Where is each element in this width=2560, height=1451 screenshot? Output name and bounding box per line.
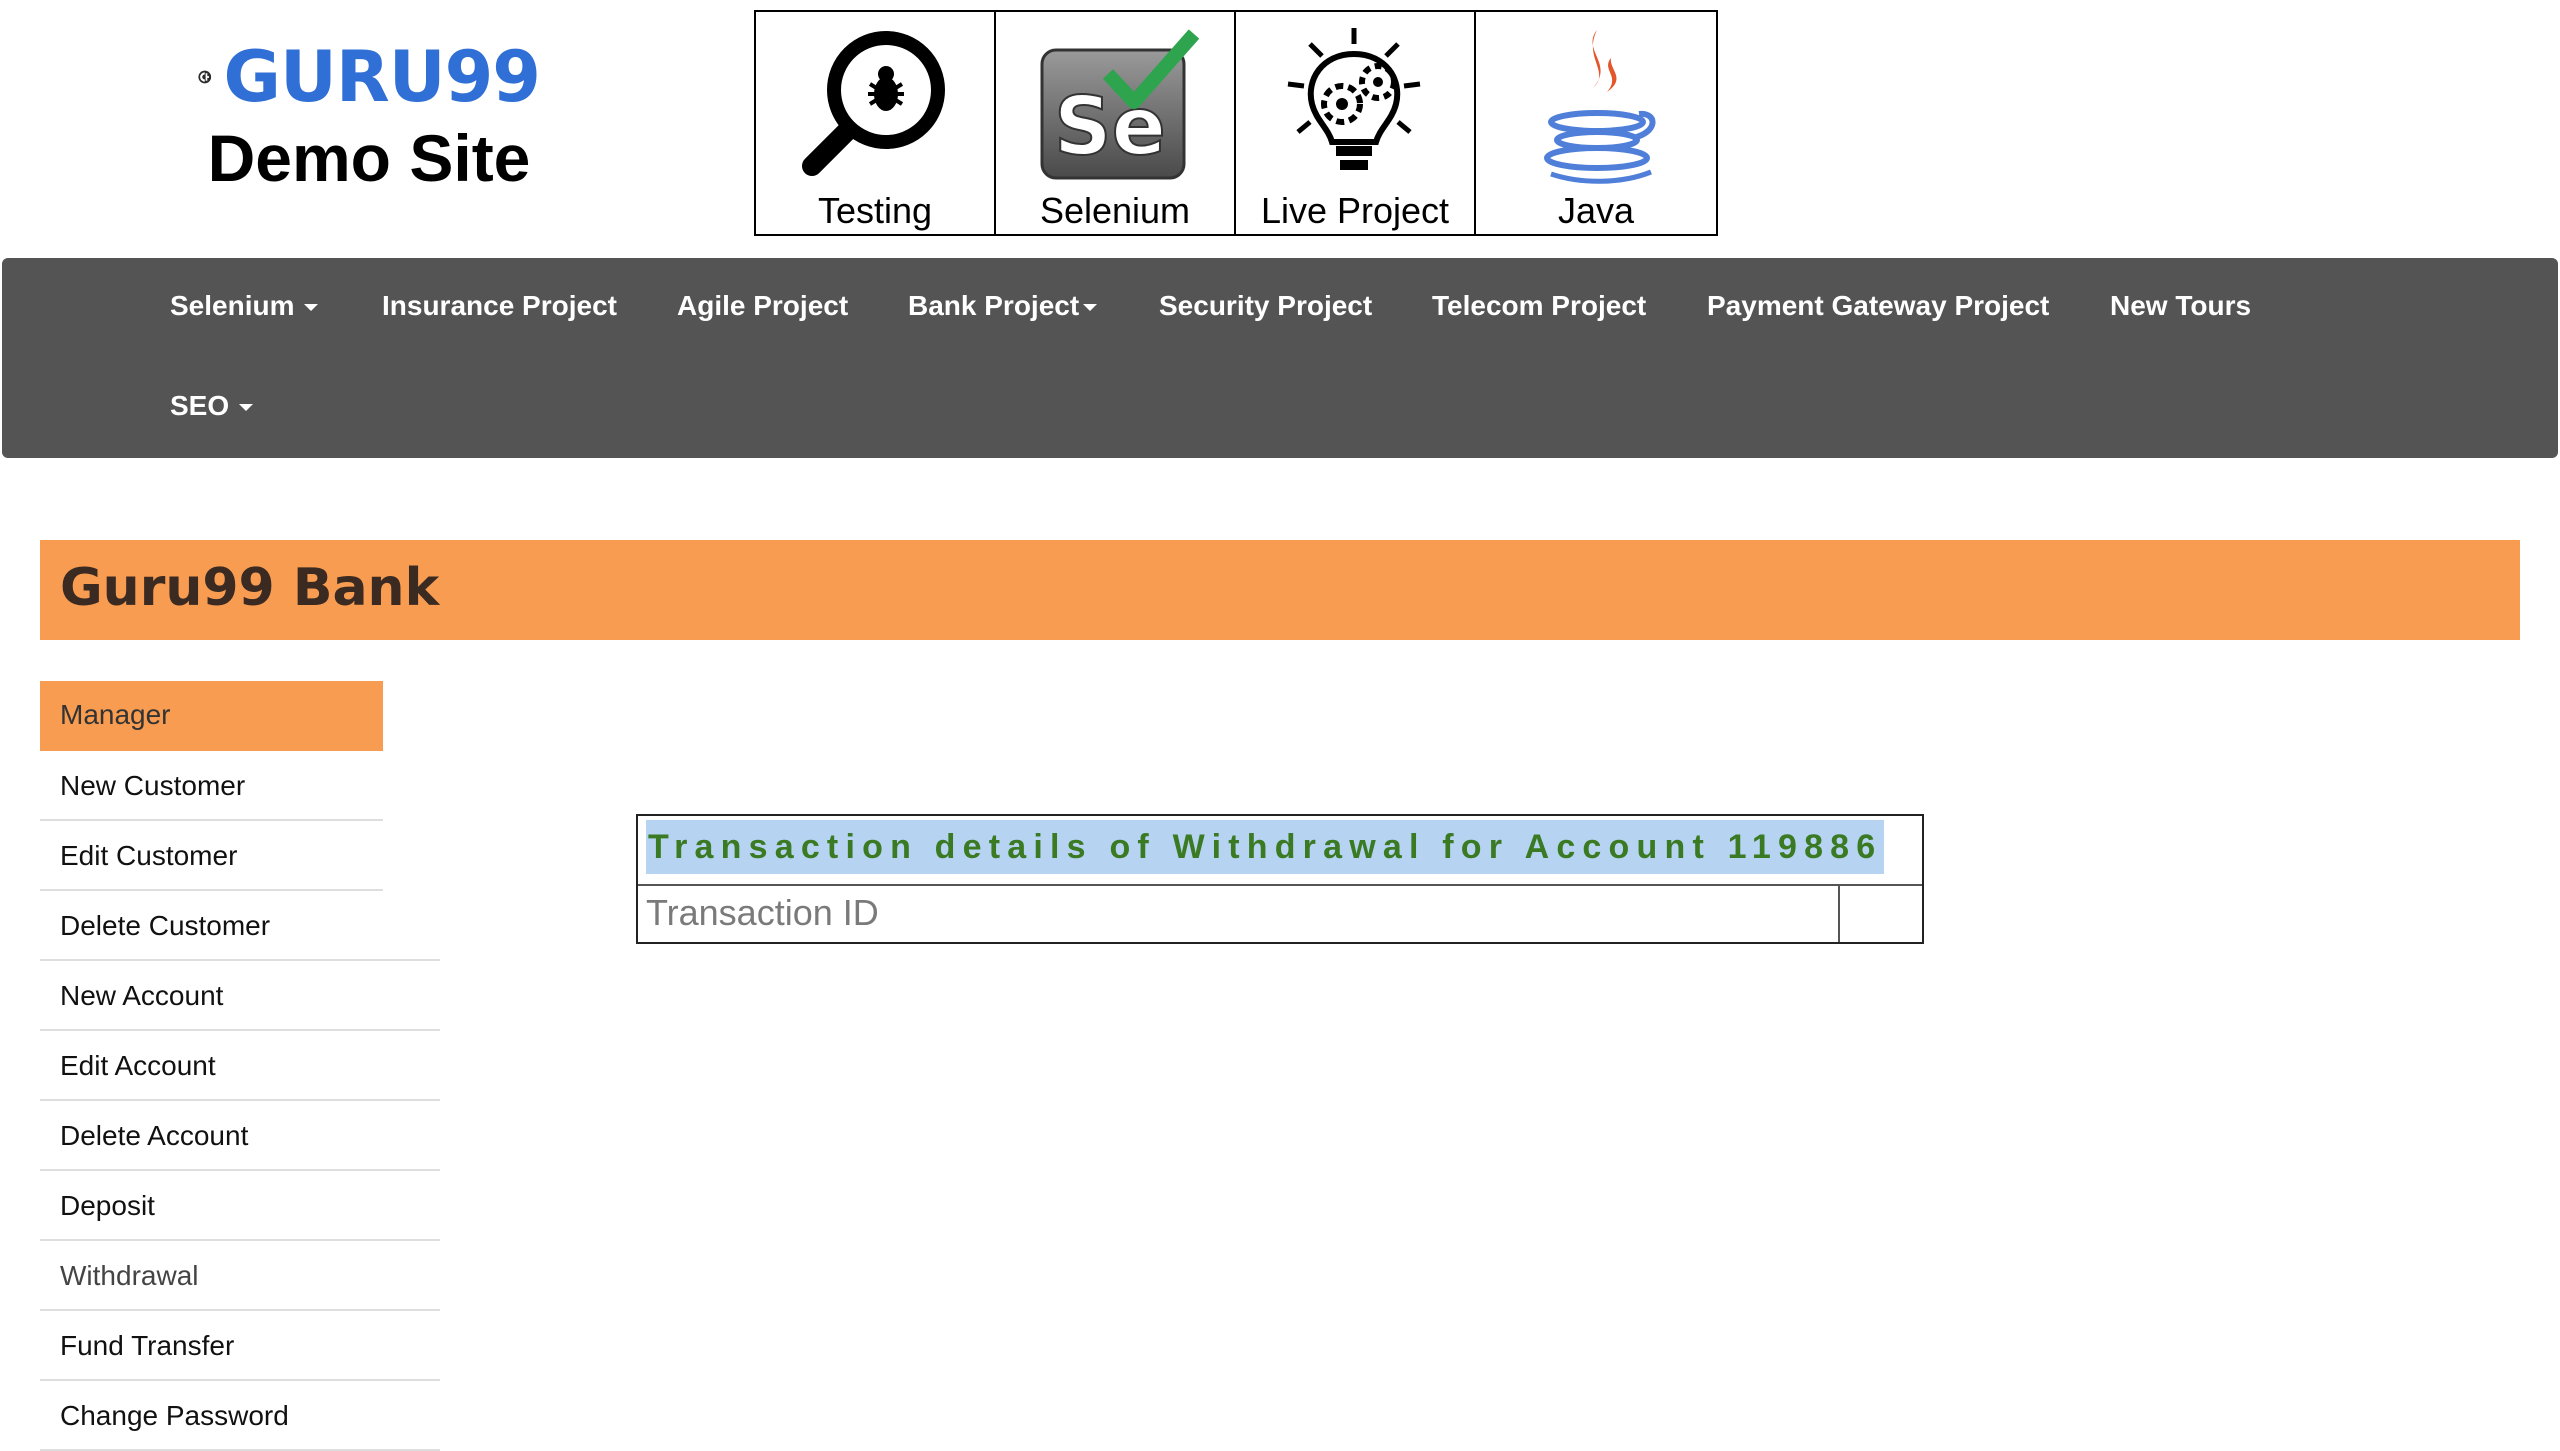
logo-brand-text: GURU99 bbox=[223, 36, 541, 118]
transaction-details-table: Transaction details of Withdrawal for Ac… bbox=[636, 814, 1924, 944]
sidebar-item-edit-account[interactable]: Edit Account bbox=[40, 1031, 440, 1101]
nav-label: Bank Project bbox=[908, 290, 1080, 321]
sidebar-item-new-account[interactable]: New Account bbox=[40, 961, 440, 1031]
nav-security-project[interactable]: Security Project bbox=[1159, 290, 1372, 322]
course-tiles: Testing Se Selenium Live Project Java bbox=[754, 10, 1718, 236]
nav-label: Payment Gateway Project bbox=[1707, 290, 2050, 321]
bank-banner: Guru99 Bank bbox=[40, 540, 2520, 640]
nav-label: SEO bbox=[170, 390, 230, 421]
tile-label: Testing bbox=[817, 190, 933, 231]
sidebar-item-new-customer[interactable]: New Customer bbox=[40, 751, 383, 821]
caret-down-icon bbox=[304, 304, 319, 312]
nav-agile-project[interactable]: Agile Project bbox=[677, 290, 848, 322]
tile-label: Selenium bbox=[1039, 190, 1191, 231]
selenium-check-icon: Se bbox=[1040, 29, 1200, 180]
java-cup-icon bbox=[1544, 30, 1656, 184]
sidebar-item-edit-customer[interactable]: Edit Customer bbox=[40, 821, 383, 891]
sidebar-item-change-password[interactable]: Change Password bbox=[40, 1381, 440, 1451]
tile-label: Java bbox=[1557, 190, 1635, 231]
tile-testing[interactable]: Testing bbox=[756, 12, 996, 234]
transaction-heading: Transaction details of Withdrawal for Ac… bbox=[646, 820, 1885, 874]
transaction-id-value bbox=[1840, 886, 1922, 942]
nav-label: Security Project bbox=[1159, 290, 1373, 321]
main-navbar: Selenium Insurance Project Agile Project… bbox=[2, 258, 2558, 458]
nav-insurance-project[interactable]: Insurance Project bbox=[382, 290, 617, 322]
sidebar-item-fund-transfer[interactable]: Fund Transfer bbox=[40, 1311, 440, 1381]
nav-label: Telecom Project bbox=[1432, 290, 1647, 321]
nav-label: Agile Project bbox=[677, 290, 849, 321]
transaction-table-header: Transaction details of Withdrawal for Ac… bbox=[638, 816, 1922, 886]
sidebar-item-withdrawal[interactable]: Withdrawal bbox=[40, 1241, 440, 1311]
nav-selenium[interactable]: Selenium bbox=[170, 290, 319, 322]
caret-down-icon bbox=[239, 404, 254, 412]
table-row: Transaction ID bbox=[638, 886, 1922, 942]
site-logo[interactable]: GURU99 Demo Site bbox=[198, 36, 541, 196]
tile-selenium[interactable]: Se Selenium bbox=[996, 12, 1236, 234]
bank-title: Guru99 Bank bbox=[60, 558, 440, 618]
nav-label: New Tours bbox=[2110, 290, 2252, 321]
transaction-id-label: Transaction ID bbox=[638, 886, 1840, 942]
nav-telecom-project[interactable]: Telecom Project bbox=[1432, 290, 1646, 322]
sidebar-header-manager[interactable]: Manager bbox=[40, 681, 383, 751]
sidebar-item-deposit[interactable]: Deposit bbox=[40, 1171, 440, 1241]
sidebar-item-delete-customer[interactable]: Delete Customer bbox=[40, 891, 440, 961]
caret-down-icon bbox=[1083, 304, 1098, 312]
guru99-logo-icon bbox=[198, 70, 212, 84]
tile-label: Live Project bbox=[1260, 190, 1450, 231]
nav-payment-gateway-project[interactable]: Payment Gateway Project bbox=[1707, 290, 2049, 322]
nav-seo[interactable]: SEO bbox=[170, 390, 254, 422]
nav-label: Selenium bbox=[170, 290, 295, 321]
tile-java[interactable]: Java bbox=[1476, 12, 1716, 234]
logo-subtitle: Demo Site bbox=[207, 121, 531, 195]
manager-sidebar: Manager New Customer Edit Customer Delet… bbox=[40, 681, 440, 1451]
nav-label: Insurance Project bbox=[382, 290, 617, 321]
lightbulb-gears-icon bbox=[1287, 28, 1421, 170]
magnifier-bug-icon bbox=[802, 31, 945, 176]
nav-new-tours[interactable]: New Tours bbox=[2110, 290, 2251, 322]
tile-live-project[interactable]: Live Project bbox=[1236, 12, 1476, 234]
nav-bank-project[interactable]: Bank Project bbox=[908, 290, 1098, 322]
sidebar-item-delete-account[interactable]: Delete Account bbox=[40, 1101, 440, 1171]
